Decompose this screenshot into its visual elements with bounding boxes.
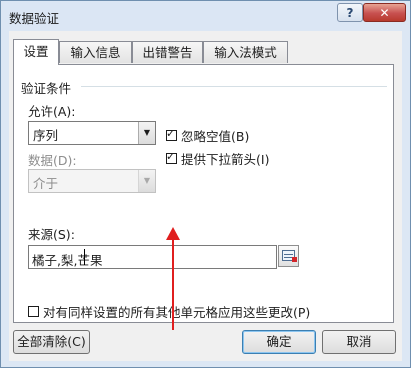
in-cell-dropdown-label: 提供下拉箭头(I): [181, 152, 270, 167]
settings-panel: 验证条件 允许(A): 序列 ▼ ✓ 忽略空值(B) ✓ 提供下拉箭头(I) 数…: [13, 64, 394, 323]
source-value: 橘子,梨,芒果: [32, 253, 103, 268]
apply-all-label: 对有同样设置的所有其他单元格应用这些更改(P): [43, 305, 311, 320]
allow-label: 允许(A):: [28, 104, 76, 119]
data-select: 介于 ▼: [28, 169, 156, 193]
dialog-body: 设置 输入信息 出错警告 输入法模式 验证条件 允许(A): 序列 ▼ ✓ 忽略…: [9, 31, 402, 361]
range-select-button[interactable]: [278, 245, 299, 267]
ignore-blank-checkbox[interactable]: ✓: [166, 127, 177, 141]
checkmark-icon: ✓: [166, 150, 176, 163]
source-input[interactable]: 橘子,梨,芒果: [28, 245, 277, 269]
close-button[interactable]: ✕: [363, 3, 406, 22]
ignore-blank-row[interactable]: ✓ 忽略空值(B): [166, 126, 249, 145]
annotation-arrow-shaft: [172, 234, 174, 330]
tab-settings[interactable]: 设置: [13, 39, 59, 65]
tab-error-alert[interactable]: 出错警告: [132, 41, 203, 63]
window-title: 数据验证: [9, 11, 60, 26]
apply-all-checkbox[interactable]: [28, 306, 39, 317]
text-caret: [84, 249, 85, 265]
source-label: 来源(S):: [28, 227, 75, 242]
ignore-blank-label: 忽略空值(B): [181, 129, 250, 144]
tab-ime-mode[interactable]: 输入法模式: [203, 41, 288, 63]
data-value: 介于: [33, 176, 59, 191]
legend-divider: [81, 86, 387, 87]
cancel-button[interactable]: 取消: [322, 330, 396, 354]
data-label: 数据(D):: [28, 153, 77, 168]
tab-input-message[interactable]: 输入信息: [59, 41, 132, 63]
checkmark-icon: ✓: [166, 127, 176, 140]
range-marker-icon: [292, 257, 297, 262]
validation-criteria-legend: 验证条件: [21, 81, 72, 96]
apply-all-row[interactable]: 对有同样设置的所有其他单元格应用这些更改(P): [28, 302, 310, 321]
clear-all-button[interactable]: 全部清除(C): [13, 330, 90, 354]
title-bar: 数据验证 ? ✕: [2, 2, 409, 30]
data-validation-dialog: 数据验证 ? ✕ 设置 输入信息 出错警告 输入法模式 验证条件 允许(A): …: [0, 0, 411, 368]
help-button[interactable]: ?: [337, 3, 363, 22]
dropdown-arrow-row[interactable]: ✓ 提供下拉箭头(I): [166, 149, 269, 168]
chevron-down-icon[interactable]: ▼: [138, 122, 155, 144]
allow-value: 序列: [33, 128, 59, 143]
chevron-down-icon: ▼: [138, 170, 155, 192]
in-cell-dropdown-checkbox[interactable]: ✓: [166, 150, 177, 164]
allow-select[interactable]: 序列 ▼: [28, 121, 156, 145]
annotation-arrow-head: [166, 227, 180, 240]
ok-button[interactable]: 确定: [242, 330, 316, 354]
